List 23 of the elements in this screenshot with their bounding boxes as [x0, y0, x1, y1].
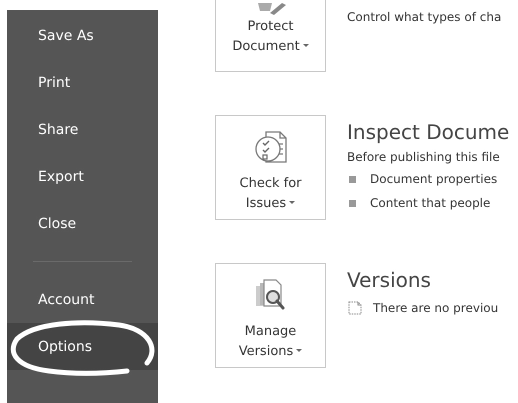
sidebar-item[interactable]: Account — [38, 292, 95, 306]
sidebar-item[interactable]: Options — [38, 340, 92, 354]
section-description: Before publishing this file — [347, 149, 501, 166]
caret-icon — [296, 349, 302, 354]
bullet-icon — [349, 176, 356, 182]
bullet-text: Content that people — [370, 195, 490, 212]
bullet-text: Document properties — [370, 171, 498, 188]
section-button[interactable]: Protect Document — [215, 0, 326, 72]
note-text: There are no previou — [373, 300, 498, 317]
section-title: Inspect Docume — [347, 119, 510, 145]
sidebar-item[interactable]: Share — [38, 122, 78, 136]
sidebar-item[interactable]: Print — [38, 76, 70, 90]
section-button[interactable]: Check for Issues — [215, 115, 326, 220]
sidebar-item[interactable]: Close — [38, 216, 76, 230]
document-icon — [347, 300, 363, 316]
caret-icon — [289, 201, 296, 206]
caret-icon — [302, 44, 309, 48]
bullet-icon — [349, 200, 356, 206]
section-title: Versions — [347, 267, 432, 293]
section-description: Control what types of cha — [347, 9, 502, 26]
sidebar-item[interactable]: Save As — [38, 28, 94, 42]
section-button[interactable]: Manage Versions — [215, 263, 326, 368]
sidebar-item[interactable]: Export — [38, 170, 84, 184]
